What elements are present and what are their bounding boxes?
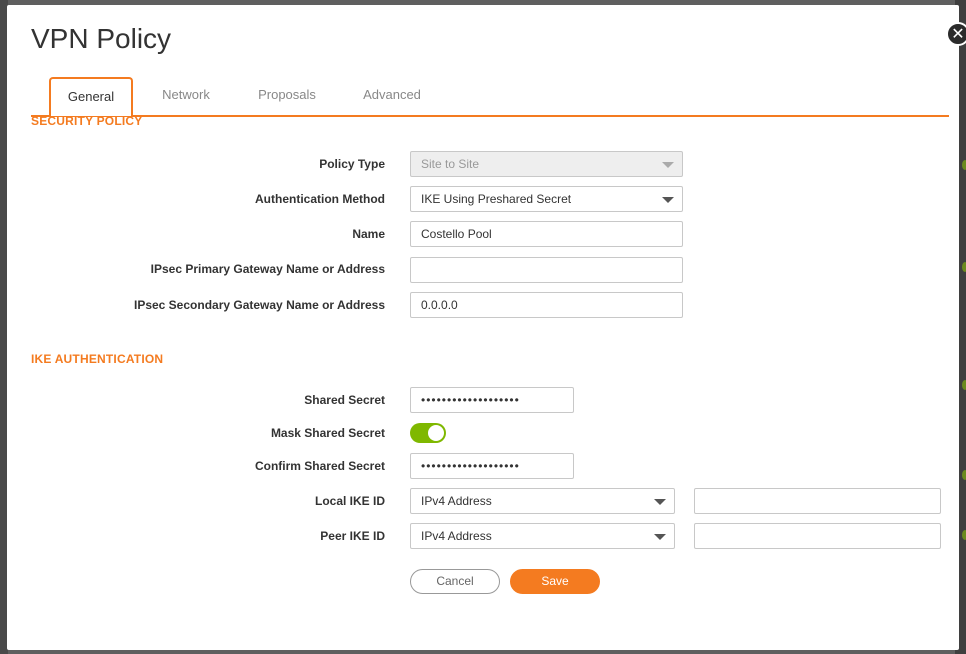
confirm-shared-secret-label: Confirm Shared Secret xyxy=(254,459,385,473)
tab-general[interactable]: General xyxy=(49,77,133,116)
auth-method-select[interactable]: IKE Using Preshared Secret xyxy=(410,186,683,212)
security-policy-heading: SECURITY POLICY xyxy=(31,114,143,128)
peer-ike-id-type-select[interactable]: IPv4 Address xyxy=(410,523,675,549)
cancel-button[interactable]: Cancel xyxy=(410,569,500,594)
save-button[interactable]: Save xyxy=(510,569,600,594)
primary-gateway-input[interactable] xyxy=(410,257,683,283)
background-status-dot xyxy=(962,530,966,540)
shared-secret-input[interactable]: ••••••••••••••••••• xyxy=(410,387,574,413)
close-icon[interactable]: ✕ xyxy=(946,22,966,46)
policy-type-select: Site to Site xyxy=(410,151,683,177)
secondary-gateway-label: IPsec Secondary Gateway Name or Address xyxy=(133,298,385,312)
dialog-title: VPN Policy xyxy=(31,23,172,54)
background-status-dot xyxy=(962,380,966,390)
confirm-shared-secret-input[interactable]: ••••••••••••••••••• xyxy=(410,453,574,479)
policy-type-value: Site to Site xyxy=(421,157,480,171)
tab-network[interactable]: Network xyxy=(146,77,226,113)
vpn-policy-dialog: VPN Policy General Network Proposals Adv… xyxy=(7,5,959,650)
local-ike-id-type-value: IPv4 Address xyxy=(421,494,492,508)
chevron-down-icon xyxy=(662,197,674,203)
name-input[interactable]: Costello Pool xyxy=(410,221,683,247)
auth-method-label: Authentication Method xyxy=(255,192,385,206)
primary-gateway-label: IPsec Primary Gateway Name or Address xyxy=(150,262,385,276)
secondary-gateway-input[interactable]: 0.0.0.0 xyxy=(410,292,683,318)
auth-method-value: IKE Using Preshared Secret xyxy=(421,192,572,206)
tab-advanced[interactable]: Advanced xyxy=(352,77,432,113)
mask-shared-secret-toggle[interactable] xyxy=(410,423,446,443)
peer-ike-id-input[interactable] xyxy=(694,523,941,549)
tab-proposals[interactable]: Proposals xyxy=(247,77,327,113)
chevron-down-icon xyxy=(654,499,666,505)
local-ike-id-type-select[interactable]: IPv4 Address xyxy=(410,488,675,514)
shared-secret-label: Shared Secret xyxy=(304,393,385,407)
policy-type-label: Policy Type xyxy=(319,157,385,171)
name-label: Name xyxy=(352,227,385,241)
background-status-dot xyxy=(962,160,966,170)
local-ike-id-label: Local IKE ID xyxy=(314,494,385,508)
peer-ike-id-label: Peer IKE ID xyxy=(320,529,385,543)
background-status-dot xyxy=(962,470,966,480)
tab-bar: General Network Proposals Advanced xyxy=(31,77,949,117)
local-ike-id-input[interactable] xyxy=(694,488,941,514)
background-status-dot xyxy=(962,262,966,272)
toggle-knob xyxy=(428,425,444,441)
mask-shared-secret-label: Mask Shared Secret xyxy=(270,426,385,440)
chevron-down-icon xyxy=(654,534,666,540)
ike-authentication-heading: IKE AUTHENTICATION xyxy=(31,352,164,366)
peer-ike-id-type-value: IPv4 Address xyxy=(421,529,492,543)
chevron-down-icon xyxy=(662,162,674,168)
